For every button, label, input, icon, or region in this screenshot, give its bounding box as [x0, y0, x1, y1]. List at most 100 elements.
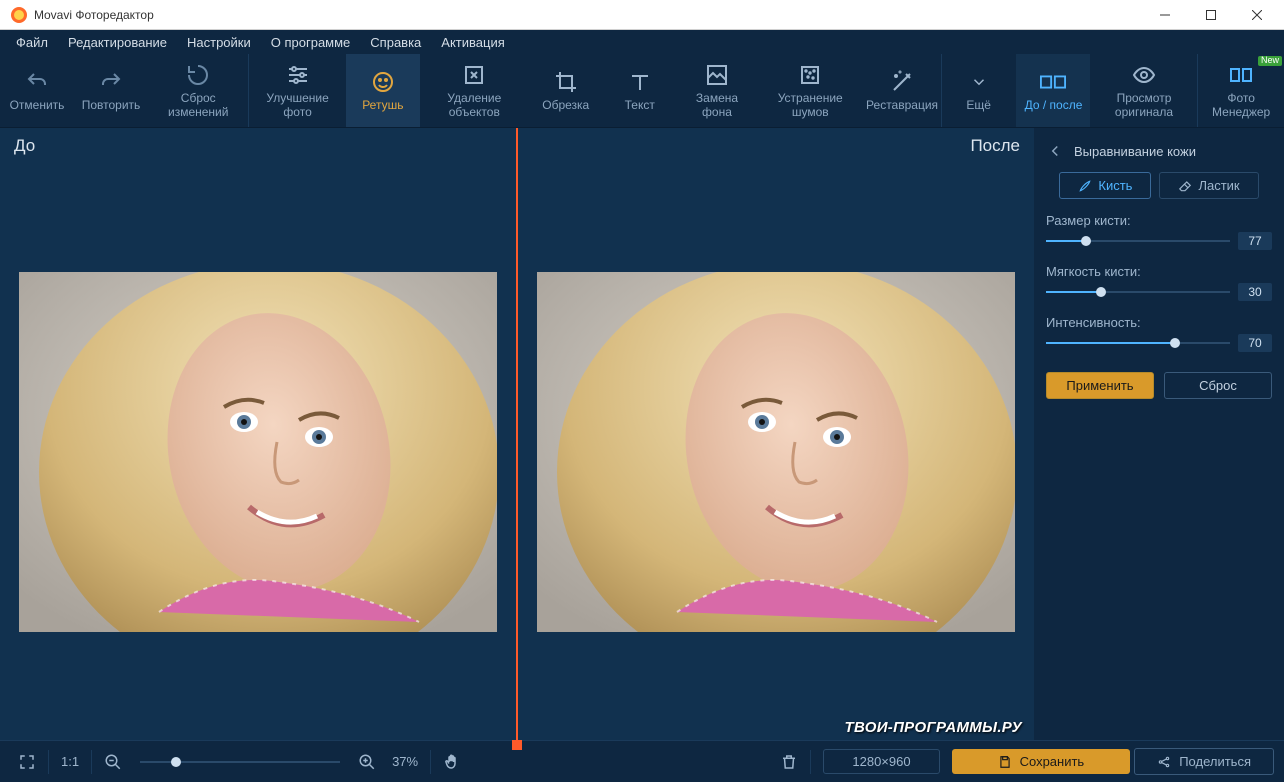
- eraser-icon: [1178, 179, 1192, 193]
- menu-about[interactable]: О программе: [261, 30, 361, 54]
- menu-edit[interactable]: Редактирование: [58, 30, 177, 54]
- retouch-label: Ретушь: [362, 99, 403, 112]
- remove-icon: [461, 62, 487, 88]
- statusbar: 1:1 37% 1280×960 Сохранить Поделиться: [0, 740, 1284, 782]
- size-value: 77: [1238, 232, 1272, 250]
- remove-label: Удаление объектов: [428, 92, 521, 118]
- crop-button[interactable]: Обрезка: [529, 54, 603, 127]
- brush-icon: [1078, 179, 1092, 193]
- eraser-label: Ластик: [1198, 178, 1239, 193]
- brush-label: Кисть: [1098, 178, 1132, 193]
- after-label: После: [518, 128, 1034, 164]
- enhance-button[interactable]: Улучшение фото: [249, 54, 346, 127]
- save-label: Сохранить: [1020, 754, 1085, 769]
- bgswap-button[interactable]: Замена фона: [677, 54, 758, 127]
- gallery-icon: [1228, 62, 1254, 88]
- undo-button[interactable]: Отменить: [0, 54, 74, 127]
- restore-label: Реставрация: [866, 99, 938, 112]
- undo-label: Отменить: [10, 99, 65, 112]
- fit-button[interactable]: 1:1: [53, 747, 87, 777]
- denoise-icon: [797, 62, 823, 88]
- before-image[interactable]: [19, 272, 497, 632]
- beforeafter-button[interactable]: До / после: [1016, 54, 1090, 127]
- redo-button[interactable]: Повторить: [74, 54, 148, 127]
- zoom-value: 37%: [384, 747, 426, 777]
- menu-file[interactable]: Файл: [6, 30, 58, 54]
- chevron-down-icon: [966, 69, 992, 95]
- sliders-icon: [285, 62, 311, 88]
- menubar: Файл Редактирование Настройки О программ…: [0, 30, 1284, 54]
- save-button[interactable]: Сохранить: [952, 749, 1131, 774]
- enhance-label: Улучшение фото: [257, 92, 338, 118]
- share-icon: [1157, 755, 1171, 769]
- toolbar: Отменить Повторить Сброс изменений Улучш…: [0, 54, 1284, 128]
- zoom-out-button[interactable]: [96, 747, 130, 777]
- more-label: Ещё: [966, 99, 991, 112]
- brush-tab[interactable]: Кисть: [1059, 172, 1151, 199]
- minimize-button[interactable]: [1142, 0, 1188, 30]
- pan-button[interactable]: [435, 747, 469, 777]
- menu-settings[interactable]: Настройки: [177, 30, 261, 54]
- text-label: Текст: [625, 99, 655, 112]
- save-icon: [998, 755, 1012, 769]
- back-button[interactable]: [1046, 142, 1064, 160]
- remove-button[interactable]: Удаление объектов: [420, 54, 529, 127]
- denoise-label: Устранение шумов: [765, 92, 855, 118]
- share-button[interactable]: Поделиться: [1134, 748, 1274, 775]
- side-panel: Выравнивание кожи Кисть Ластик Размер ки…: [1034, 128, 1284, 740]
- menu-activation[interactable]: Активация: [431, 30, 514, 54]
- size-label: Размер кисти:: [1046, 213, 1272, 228]
- vieworig-button[interactable]: Просмотр оригинала: [1090, 54, 1197, 127]
- menu-help[interactable]: Справка: [360, 30, 431, 54]
- reset-icon: [185, 62, 211, 88]
- bgswap-icon: [704, 62, 730, 88]
- restore-button[interactable]: Реставрация: [863, 54, 941, 127]
- maximize-button[interactable]: [1188, 0, 1234, 30]
- soft-label: Мягкость кисти:: [1046, 264, 1272, 279]
- reset-label: Сброс изменений: [156, 92, 240, 118]
- face-icon: [370, 69, 396, 95]
- size-slider[interactable]: [1046, 234, 1230, 248]
- window-title: Movavi Фоторедактор: [34, 8, 154, 22]
- beforeafter-label: До / после: [1025, 99, 1083, 112]
- intensity-value: 70: [1238, 334, 1272, 352]
- soft-value: 30: [1238, 283, 1272, 301]
- fullscreen-button[interactable]: [10, 747, 44, 777]
- zoom-slider[interactable]: [140, 755, 340, 769]
- eye-icon: [1131, 62, 1157, 88]
- soft-slider[interactable]: [1046, 285, 1230, 299]
- watermark: ТВОИ-ПРОГРАММЫ.РУ: [845, 719, 1022, 736]
- delete-button[interactable]: [772, 747, 806, 777]
- reset-button[interactable]: Сброс изменений: [148, 54, 248, 127]
- manager-button[interactable]: New Фото Менеджер: [1198, 54, 1284, 127]
- vieworig-label: Просмотр оригинала: [1098, 92, 1189, 118]
- crop-label: Обрезка: [542, 99, 589, 112]
- new-badge: New: [1258, 56, 1282, 66]
- before-pane: До: [0, 128, 516, 740]
- crop-icon: [553, 69, 579, 95]
- bgswap-label: Замена фона: [685, 92, 750, 118]
- zoom-in-button[interactable]: [350, 747, 384, 777]
- compare-icon: [1040, 69, 1066, 95]
- more-button[interactable]: Ещё: [942, 54, 1016, 127]
- share-label: Поделиться: [1179, 754, 1251, 769]
- retouch-button[interactable]: Ретушь: [346, 54, 420, 127]
- dimensions[interactable]: 1280×960: [823, 749, 939, 774]
- canvas: До: [0, 128, 1034, 740]
- eraser-tab[interactable]: Ластик: [1159, 172, 1258, 199]
- apply-button[interactable]: Применить: [1046, 372, 1154, 399]
- reset-panel-button[interactable]: Сброс: [1164, 372, 1272, 399]
- manager-label: Фото Менеджер: [1206, 92, 1276, 118]
- compare-divider[interactable]: [516, 128, 518, 740]
- panel-title: Выравнивание кожи: [1074, 144, 1196, 159]
- text-button[interactable]: Текст: [603, 54, 677, 127]
- undo-icon: [24, 69, 50, 95]
- close-button[interactable]: [1234, 0, 1280, 30]
- denoise-button[interactable]: Устранение шумов: [757, 54, 863, 127]
- text-icon: [627, 69, 653, 95]
- after-image[interactable]: [537, 272, 1015, 632]
- after-pane: После: [518, 128, 1034, 740]
- workarea: До: [0, 128, 1284, 740]
- app-logo-icon: [10, 6, 28, 24]
- intensity-slider[interactable]: [1046, 336, 1230, 350]
